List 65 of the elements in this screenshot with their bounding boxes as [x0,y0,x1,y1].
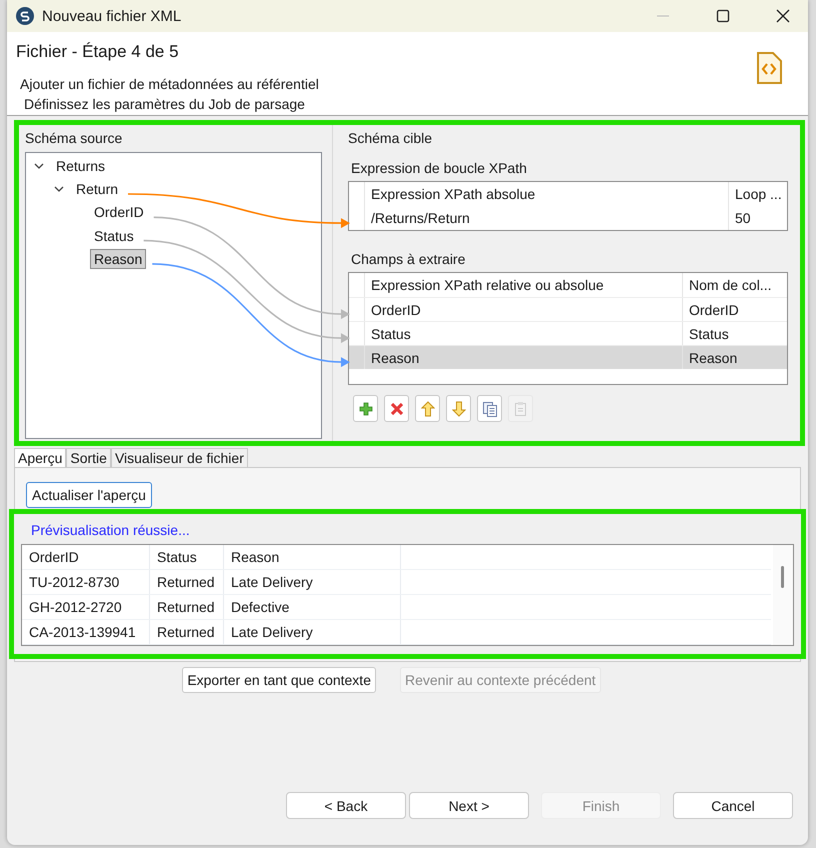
arrow-up-icon [420,400,434,416]
table-cell-text: OrderID [370,300,422,320]
table-row[interactable]: OrderID OrderID [349,297,787,321]
section-label: Champs à extraire [351,251,466,267]
table-cell: Defective [224,595,401,619]
table-cell-text: Reason [370,348,420,368]
app-logo-icon [16,7,34,25]
wizard-description: Définissez les paramètres du Job de parsage [23,95,306,114]
table-cell: Returned [150,620,224,644]
wizard-button[interactable]: < Back [286,792,406,819]
tab[interactable]: Aperçu [14,448,66,467]
preview-status: Prévisualisation réussie... [31,522,191,538]
tree-node[interactable]: OrderID [90,202,148,222]
maximize-icon[interactable] [716,9,730,23]
table-cell-text: Status [370,324,412,344]
column-header[interactable]: Expression XPath absolue [365,182,728,206]
chevron-icon[interactable] [54,184,64,194]
table-cell: GH-2012-2720 [22,595,150,619]
table-cell: Late Delivery [224,620,401,644]
wizard-step-title: Fichier - Étape 4 de 5 [16,42,180,62]
copy-icon [482,400,498,416]
code-file-icon [756,52,782,84]
section-label: Expression de boucle XPath [351,160,528,176]
column-header[interactable]: Expression XPath relative ou absolue [365,273,682,297]
tab[interactable]: Visualiseur de fichier [110,448,248,467]
table-row[interactable]: Reason Reason [349,345,787,369]
window-title: Nouveau fichier XML [42,8,182,24]
close-icon[interactable] [776,9,790,23]
group-label: Schéma cible [348,130,434,148]
column-header[interactable]: OrderID [22,545,150,569]
add-button[interactable] [353,395,378,422]
table-cell-text: /Returns/Return [370,209,471,228]
chevron-icon[interactable] [34,160,44,171]
column-header[interactable]: Status [150,545,224,569]
clipboard-icon [512,400,528,416]
table-cell: CA-2013-139941 [22,620,150,644]
table-cell: Reason [682,346,787,369]
remove-button[interactable] [384,395,409,422]
column-header[interactable]: Loop ... [728,182,787,206]
tree-node[interactable]: Reason [90,248,146,269]
table-cell: Returned [150,595,224,619]
table-cell: TU-2012-8730 [22,570,150,594]
arrow-down-icon [452,400,466,416]
wizard-button[interactable]: Next > [409,792,529,819]
table-cell: OrderID [682,298,787,321]
copy-button[interactable] [477,395,502,422]
table-cell: Late Delivery [224,570,401,594]
column-header[interactable]: Nom de col... [682,273,787,297]
tab[interactable]: Sortie [66,448,111,467]
group-label: Schéma source [25,130,124,148]
plus-icon [358,402,372,416]
tree-node[interactable]: Status [90,226,138,246]
cross-icon [390,402,404,416]
down-button[interactable] [446,395,471,422]
table-cell: 50 [728,206,787,230]
table-cell: Returned [150,570,224,594]
wizard-subtitle: Ajouter un fichier de métadonnées au référentiel [19,75,319,94]
column-header[interactable]: Reason [224,545,401,569]
context-button[interactable]: Exporter en tant que contexte [182,667,376,693]
refresh-preview-button[interactable]: Actualiser l'aperçu [26,482,152,508]
scrollbar[interactable] [773,545,793,645]
tree-node[interactable]: Return [72,178,122,199]
up-button[interactable] [415,395,440,422]
tree-node[interactable]: Returns [52,156,110,176]
wizard-button[interactable]: Cancel [673,792,793,819]
